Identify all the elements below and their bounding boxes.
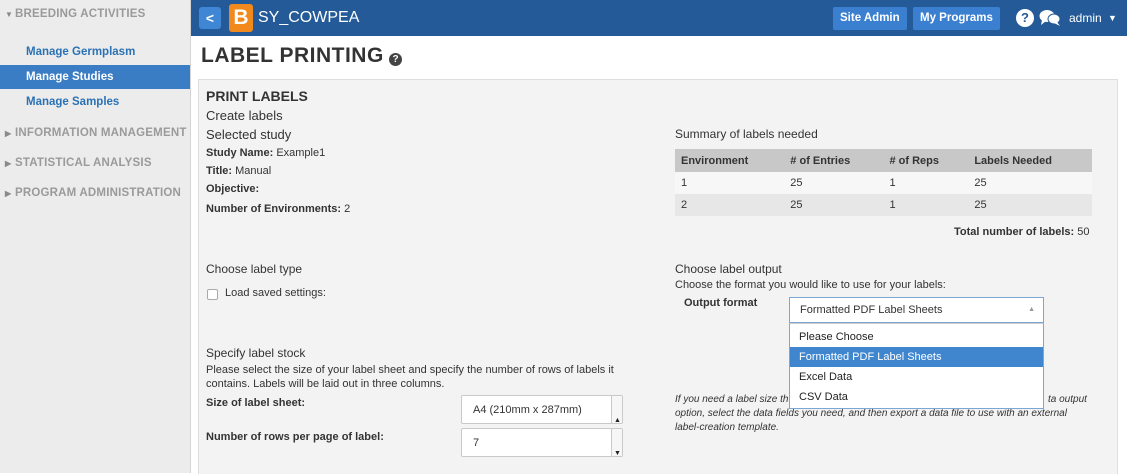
caret-right-icon: ▶	[5, 189, 12, 198]
study-objective-label: Objective:	[206, 183, 260, 195]
load-saved-settings-label: Load saved settings:	[225, 287, 326, 299]
sheet-size-select[interactable]: A4 (210mm x 287mm) ▲	[461, 395, 623, 424]
num-environments-value: 2	[344, 203, 351, 215]
total-labels-value: 50	[1077, 226, 1090, 238]
sidebar-section-statistical-analysis[interactable]: ▶ STATISTICAL ANALYSIS	[0, 157, 190, 169]
sidebar-section-label: INFORMATION MANAGEMENT	[15, 127, 187, 139]
sidebar-item-manage-germplasm[interactable]: Manage Germplasm	[0, 40, 190, 64]
summary-table: Environment # of Entries # of Reps Label…	[675, 149, 1092, 216]
total-labels-label: Total number of labels:	[954, 226, 1075, 238]
load-saved-settings-checkbox[interactable]	[207, 289, 218, 300]
sidebar-section-label: BREEDING ACTIVITIES	[15, 8, 146, 20]
chat-icon[interactable]	[1039, 9, 1061, 27]
column-header: # of Entries	[784, 149, 884, 172]
note-line-3: label-creation template.	[675, 422, 779, 433]
rows-per-page-select[interactable]: 7 ▼	[461, 428, 623, 457]
select-arrows-icon: ▼	[611, 429, 622, 457]
caret-right-icon: ▶	[5, 129, 12, 138]
dropdown-option-csv-data[interactable]: CSV Data	[790, 387, 1043, 407]
table-cell: 25	[968, 194, 1092, 216]
column-header: # of Reps	[883, 149, 969, 172]
table-cell: 1	[883, 194, 969, 216]
program-name[interactable]: SY_COWPEA	[258, 0, 359, 36]
rows-per-page-value: 7	[473, 437, 480, 449]
table-cell: 1	[675, 172, 785, 194]
sheet-size-label: Size of label sheet:	[206, 397, 306, 409]
sheet-size-value: A4 (210mm x 287mm)	[473, 404, 582, 416]
study-objective: Objective:	[206, 183, 259, 195]
sidebar-item-manage-samples[interactable]: Manage Samples	[0, 90, 190, 114]
app-logo: B	[229, 4, 253, 32]
label-output-heading: Choose label output	[675, 262, 782, 276]
back-button[interactable]: <	[199, 7, 221, 29]
num-environments-label: Number of Environments:	[206, 203, 342, 215]
output-format-label: Output format	[684, 297, 758, 309]
site-admin-button[interactable]: Site Admin	[833, 7, 907, 30]
note-line-1-left: If you need a label size th	[675, 394, 789, 405]
selected-study-heading: Selected study	[206, 127, 292, 142]
caret-up-icon: ▲	[1028, 306, 1035, 313]
help-icon[interactable]: ?	[389, 53, 402, 66]
label-output-description: Choose the format you would like to use …	[675, 279, 946, 291]
label-stock-description-1: Please select the size of your label she…	[206, 364, 614, 376]
summary-heading: Summary of labels needed	[675, 127, 818, 141]
sidebar-section-label: PROGRAM ADMINISTRATION	[15, 187, 182, 199]
label-type-heading: Choose label type	[206, 262, 303, 276]
column-header: Labels Needed	[968, 149, 1092, 172]
table-cell: 25	[784, 172, 884, 194]
table-row: 2 25 1 25	[675, 194, 1092, 216]
study-name-label: Study Name:	[206, 147, 274, 159]
rows-per-page-label: Number of rows per page of label:	[206, 431, 384, 443]
study-num-environments: Number of Environments: 2	[206, 203, 350, 215]
user-menu-caret-icon[interactable]: ▼	[1108, 0, 1117, 36]
label-stock-heading: Specify label stock	[206, 346, 306, 360]
study-title-label: Title:	[206, 165, 233, 177]
output-format-select[interactable]: Formatted PDF Label Sheets ▲	[789, 297, 1044, 323]
study-name-value: Example1	[276, 147, 326, 159]
table-header-row: Environment # of Entries # of Reps Label…	[675, 149, 1092, 172]
print-labels-heading: PRINT LABELS	[206, 88, 308, 104]
my-programs-button[interactable]: My Programs	[913, 7, 1000, 30]
help-icon[interactable]: ?	[1016, 9, 1034, 27]
sidebar-item-manage-studies[interactable]: Manage Studies	[0, 65, 190, 89]
dropdown-option-please-choose[interactable]: Please Choose	[790, 327, 1043, 347]
sidebar-section-breeding-activities[interactable]: ▼ BREEDING ACTIVITIES	[0, 8, 190, 20]
table-cell: 25	[784, 194, 884, 216]
dropdown-option-excel-data[interactable]: Excel Data	[790, 367, 1043, 387]
study-title: Title: Manual	[206, 165, 271, 177]
study-name: Study Name: Example1	[206, 147, 325, 159]
page-title: LABEL PRINTING	[201, 44, 384, 67]
label-stock-description-2: contains. Labels will be laid out in thr…	[206, 378, 445, 390]
column-header: Environment	[675, 149, 785, 172]
table-row: 1 25 1 25	[675, 172, 1092, 194]
caret-right-icon: ▶	[5, 159, 12, 168]
top-navbar: < B SY_COWPEA Site Admin My Programs ? a…	[191, 0, 1127, 36]
sidebar-section-information-management[interactable]: ▶ INFORMATION MANAGEMENT	[0, 127, 190, 139]
select-arrows-icon: ▲	[611, 396, 622, 424]
study-title-value: Manual	[235, 165, 272, 177]
dropdown-option-formatted-pdf[interactable]: Formatted PDF Label Sheets	[790, 347, 1043, 367]
create-labels-heading: Create labels	[206, 108, 283, 123]
sidebar: ▼ BREEDING ACTIVITIES Manage Germplasm Ma…	[0, 0, 191, 473]
note-line-1-right: ta output	[1048, 394, 1087, 405]
note-line-2: option, select the data fields you need,…	[675, 408, 1067, 419]
output-format-selected-value: Formatted PDF Label Sheets	[800, 304, 943, 316]
sidebar-section-label: STATISTICAL ANALYSIS	[15, 157, 152, 169]
total-labels: Total number of labels: 50	[954, 226, 1090, 238]
output-format-dropdown-list: Please Choose Formatted PDF Label Sheets…	[789, 323, 1044, 409]
sidebar-section-program-administration[interactable]: ▶ PROGRAM ADMINISTRATION	[0, 187, 190, 199]
table-cell: 25	[968, 172, 1092, 194]
table-cell: 1	[883, 172, 969, 194]
caret-down-icon: ▼	[5, 10, 14, 19]
user-menu[interactable]: admin	[1069, 0, 1102, 36]
table-cell: 2	[675, 194, 785, 216]
